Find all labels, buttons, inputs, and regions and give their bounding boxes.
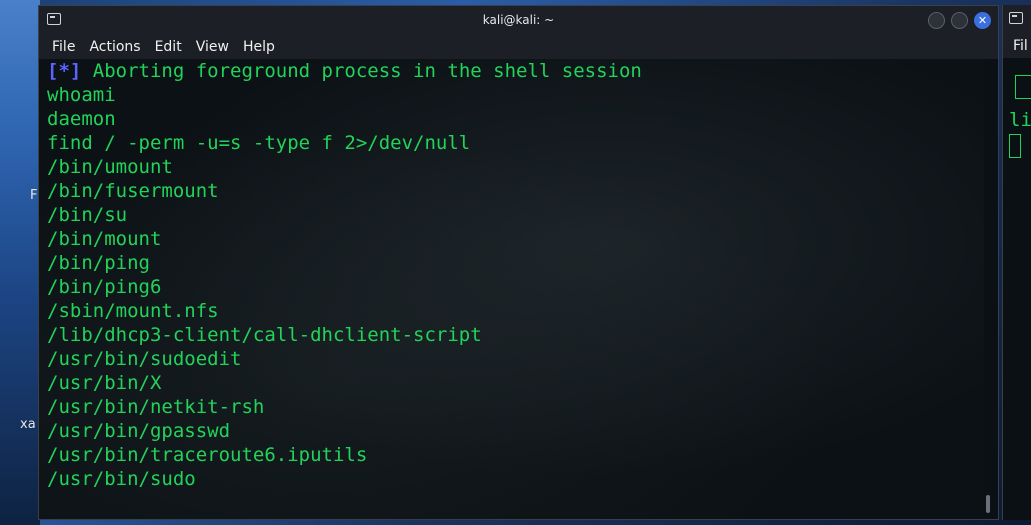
terminal-line: /usr/bin/X	[47, 372, 162, 394]
terminal-line: /sbin/mount.nfs	[47, 300, 219, 322]
menu-edit[interactable]: Edit	[148, 39, 189, 55]
terminal-line: whoami	[47, 84, 116, 106]
desktop-background	[0, 0, 40, 525]
terminal-line: /bin/fusermount	[47, 180, 219, 202]
terminal-line: /bin/mount	[47, 228, 162, 250]
terminal-line: /usr/bin/sudoedit	[47, 348, 242, 370]
terminal-output[interactable]: [*] Aborting foreground process in the s…	[39, 59, 984, 519]
menu-actions[interactable]: Actions	[82, 39, 147, 55]
menu-bar: Fil	[1003, 34, 1031, 58]
scrollbar[interactable]	[983, 59, 995, 519]
title-bar[interactable]: kali@kali: ~ ✕	[39, 6, 998, 35]
terminal-line: /usr/bin/netkit-rsh	[47, 396, 265, 418]
terminal-line: /usr/bin/gpasswd	[47, 420, 231, 442]
close-button[interactable]: ✕	[974, 12, 991, 29]
second-terminal-window[interactable]: Fil li	[1002, 5, 1031, 520]
terminal-window: kali@kali: ~ ✕ File Actions Edit View He…	[38, 5, 999, 520]
desktop-icon-label: xa	[20, 417, 36, 432]
status-text: Aborting foreground process in the shell…	[81, 60, 642, 82]
terminal-line: /bin/umount	[47, 156, 173, 178]
window-title: kali@kali: ~	[482, 13, 555, 27]
desktop-icon-label: F	[30, 188, 38, 203]
minimize-button[interactable]	[928, 12, 945, 29]
menu-view[interactable]: View	[189, 39, 236, 55]
terminal-line: /usr/bin/sudo	[47, 468, 196, 490]
terminal-line: /bin/ping	[47, 252, 150, 274]
menu-bar: File Actions Edit View Help	[39, 35, 998, 59]
terminal-line: daemon	[47, 108, 116, 130]
terminal-line: find / -perm -u=s -type f 2>/dev/null	[47, 132, 471, 154]
menu-file[interactable]: File	[45, 39, 82, 55]
terminal-line: [*] Aborting foreground process in the s…	[39, 59, 984, 83]
status-marker: [*]	[47, 60, 82, 82]
cursor	[1009, 134, 1021, 158]
terminal-line: /usr/bin/traceroute6.iputils	[47, 444, 368, 466]
terminal-icon[interactable]	[1009, 12, 1023, 24]
prompt-box	[1015, 75, 1031, 99]
terminal-line: /lib/dhcp3-client/call-dhclient-script	[47, 324, 482, 346]
terminal-line: /bin/su	[47, 204, 128, 226]
menu-help[interactable]: Help	[236, 39, 282, 55]
menu-file[interactable]: Fil	[1013, 38, 1028, 54]
maximize-button[interactable]	[951, 12, 968, 29]
scrollbar-thumb[interactable]	[986, 495, 990, 513]
terminal-line: /bin/ping6	[47, 276, 162, 298]
terminal-line: li	[1009, 109, 1031, 131]
title-bar[interactable]	[1003, 5, 1031, 34]
